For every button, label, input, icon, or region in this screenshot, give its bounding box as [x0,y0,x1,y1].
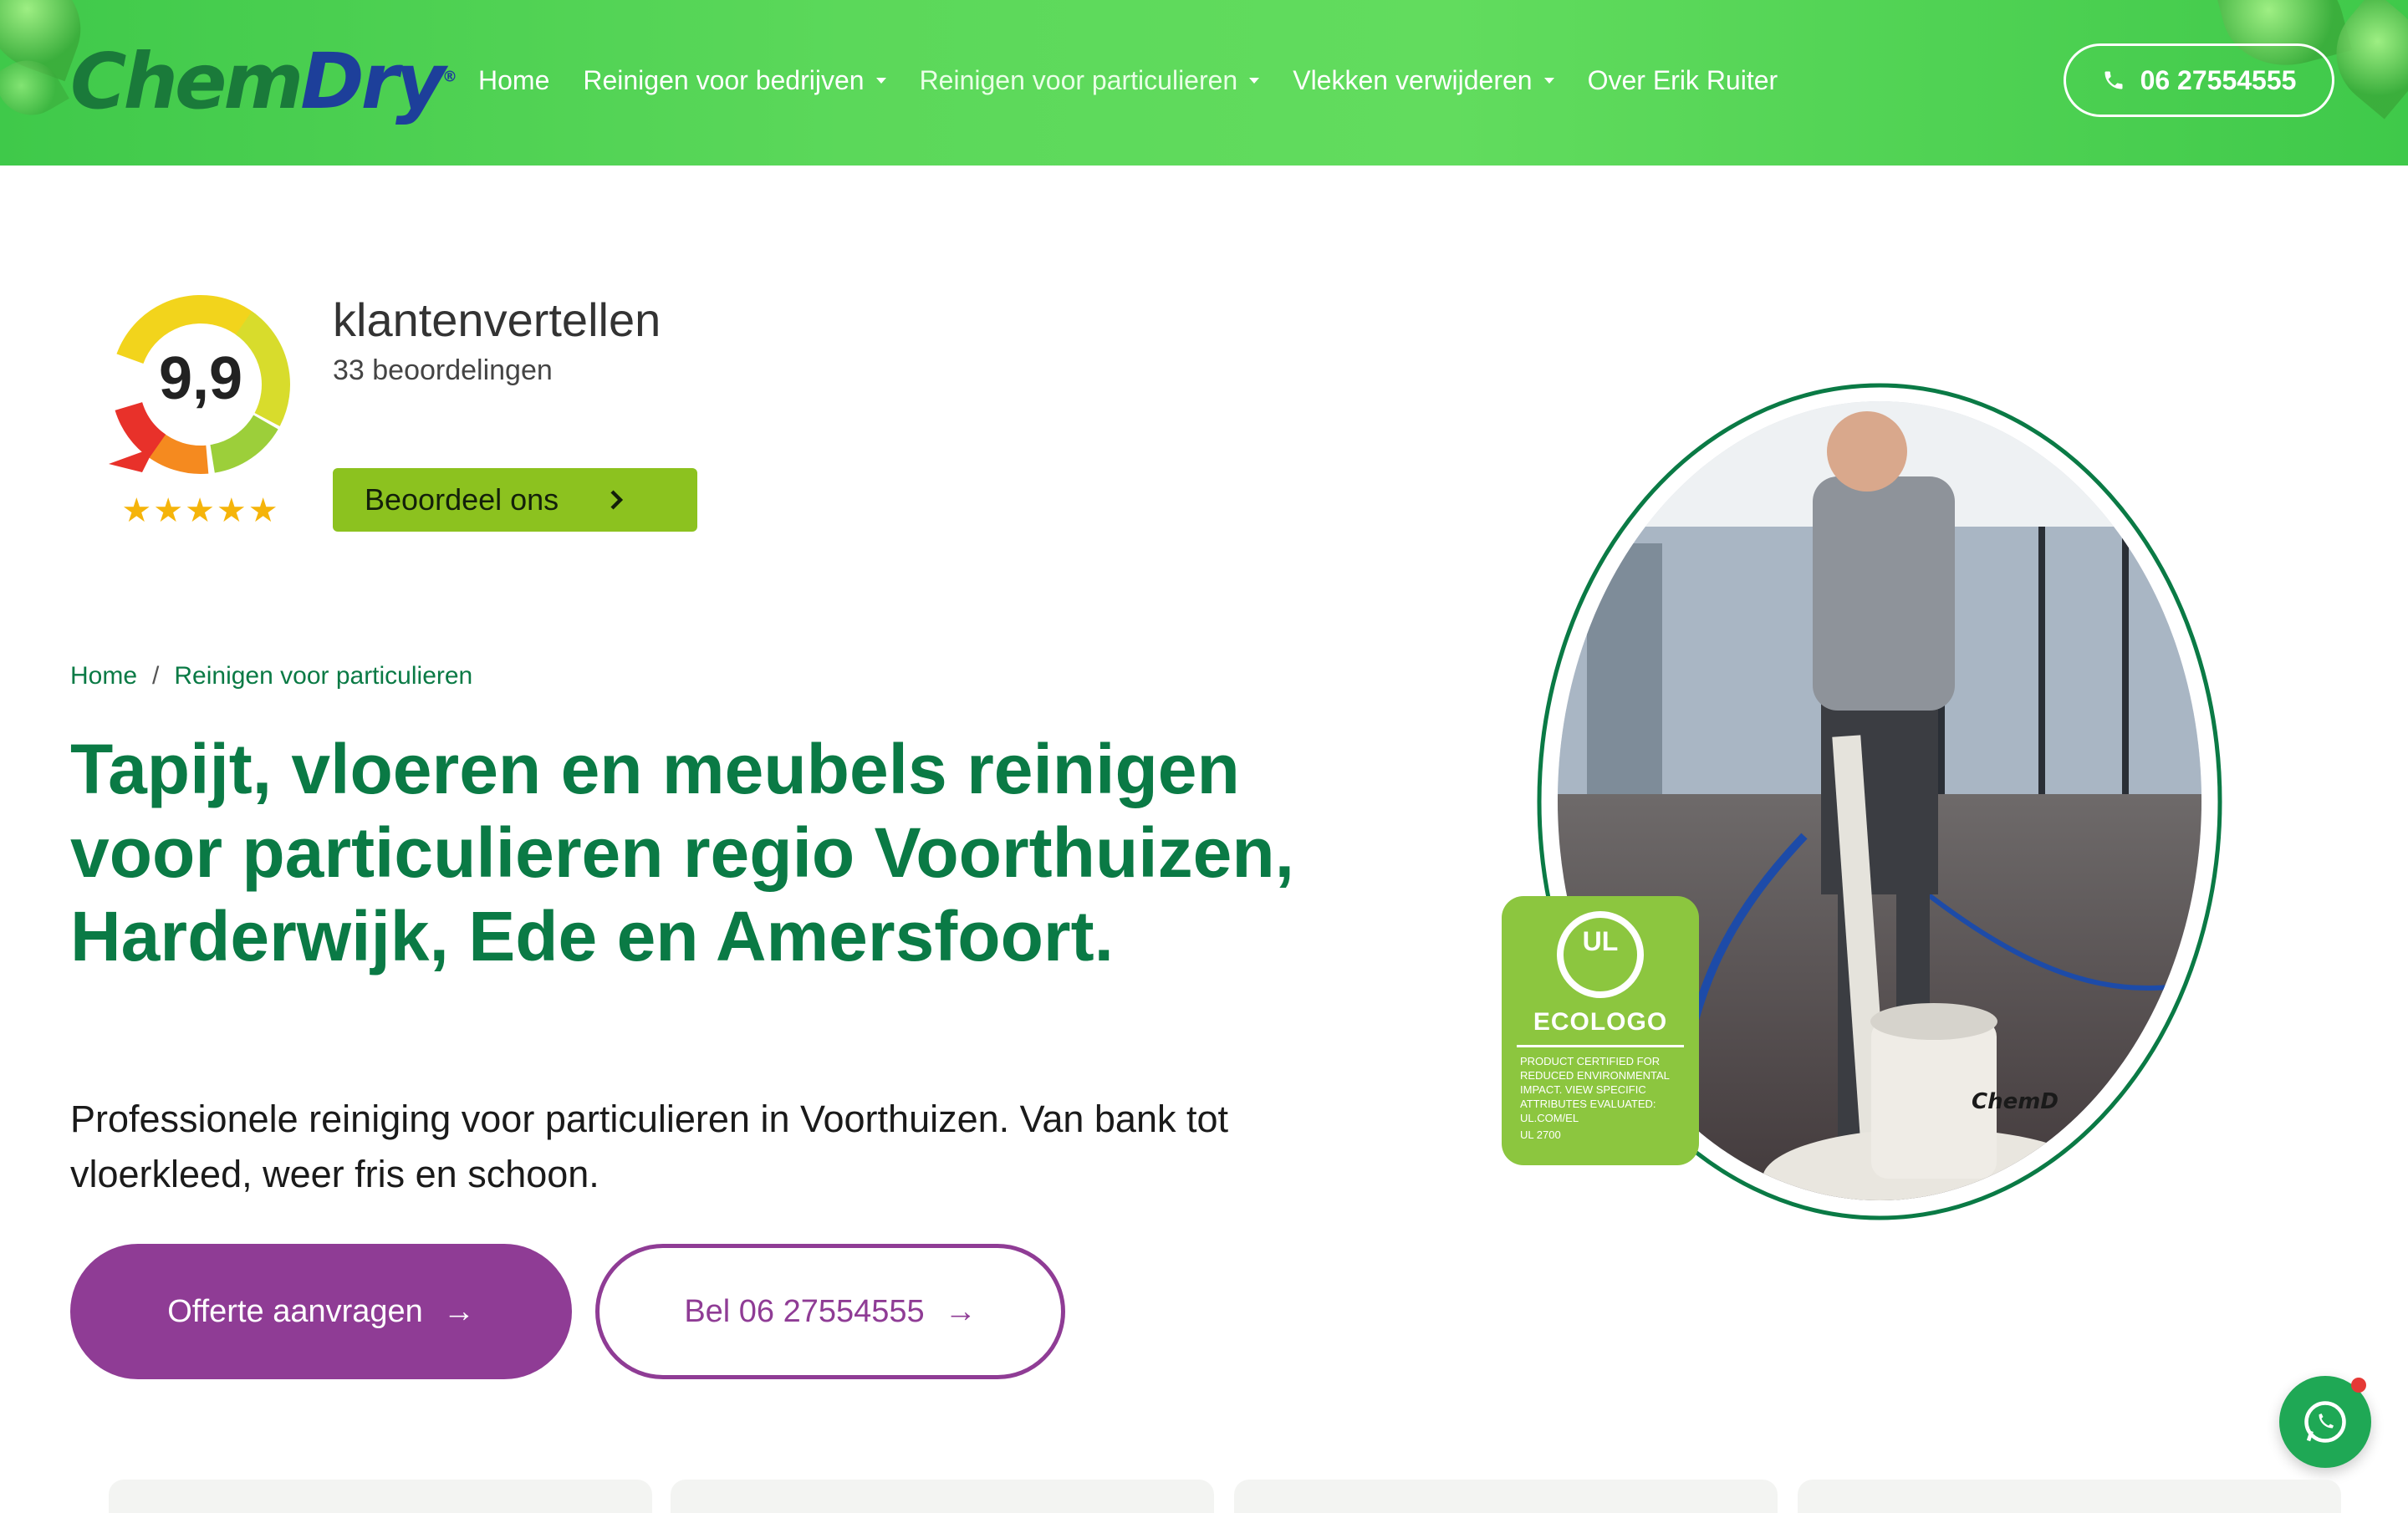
header-phone-button[interactable]: 06 27554555 [2064,43,2334,117]
ecologo-divider [1517,1045,1684,1047]
breadcrumb-home[interactable]: Home [70,662,137,690]
service-card [109,1480,652,1513]
breadcrumb: Home / Reinigen voor particulieren [70,662,472,690]
breadcrumb-separator: / [152,662,160,690]
ecologo-badge: UL ECOLOGO PRODUCT CERTIFIED FOR REDUCED… [1502,896,1699,1165]
arrow-right-icon: → [944,1293,977,1329]
service-card [1798,1480,2341,1513]
rating-count: 33 beoordelingen [333,354,553,386]
page-subtitle: Professionele reiniging voor particulier… [70,1098,1229,1195]
rating-score: 9,9 [158,345,243,412]
request-quote-button[interactable]: Offerte aanvragen → [70,1244,572,1379]
rating-stars: ★★★★★ [121,492,280,529]
call-button[interactable]: Bel 06 27554555 → [595,1244,1065,1379]
chevron-right-icon [610,490,624,510]
rate-us-button[interactable]: Beoordeel ons [333,468,697,532]
svg-text:ChemD: ChemD [1972,1089,2059,1114]
arrow-right-icon: → [442,1293,475,1329]
nav-item-bedrijven[interactable]: Reinigen voor bedrijven [583,65,886,96]
notification-dot [2351,1378,2366,1393]
service-card [671,1480,1214,1513]
breadcrumb-current[interactable]: Reinigen voor particulieren [174,662,472,690]
chevron-down-icon [1249,78,1260,84]
chevron-down-icon [875,78,886,84]
rating-source[interactable]: klantenvertellen [333,293,661,347]
page-title: Tapijt, vloeren en meubels reinigen voor… [70,730,1294,976]
site-header: ChemDry® Home Reinigen voor bedrijven Re… [0,0,2408,166]
chevron-down-icon [1543,78,1554,84]
nav-item-over[interactable]: Over Erik Ruiter [1588,65,1778,96]
phone-icon [2104,71,2123,89]
chemdry-logo[interactable]: ChemDry® [70,37,457,126]
whatsapp-icon [2304,1401,2346,1443]
main-navigation: Home Reinigen voor bedrijven Reinigen vo… [478,65,1811,96]
ecologo-leaf-icon: UL [1557,911,1644,998]
service-card [1234,1480,1778,1513]
nav-item-particulieren[interactable]: Reinigen voor particulieren [920,65,1260,96]
nav-item-vlekken[interactable]: Vlekken verwijderen [1293,65,1554,96]
nav-item-home[interactable]: Home [478,65,549,96]
